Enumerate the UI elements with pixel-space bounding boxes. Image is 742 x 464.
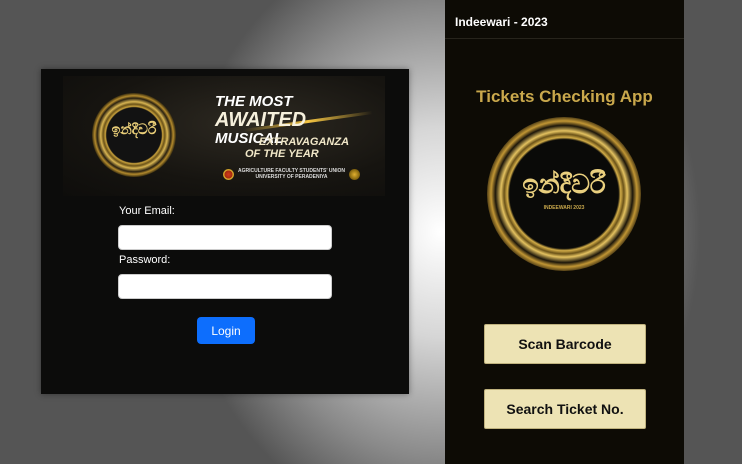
- banner-line-2: AWAITED: [215, 109, 307, 131]
- password-field[interactable]: [118, 274, 332, 299]
- app-logo-text: ඉන්දීවරී: [522, 170, 606, 200]
- app-header-title: Indeewari - 2023: [455, 15, 548, 29]
- scan-barcode-button[interactable]: Scan Barcode: [484, 324, 646, 364]
- login-panel: ඉන්දීවරී THE MOST AWAITED MUSICAL EXTRAV…: [41, 69, 409, 394]
- app-logo-sub: INDEEWARI 2023: [543, 205, 585, 211]
- uni-seal-icon: [349, 168, 361, 180]
- agri-seal-icon: [223, 168, 234, 180]
- email-label: Your Email:: [119, 205, 175, 217]
- app-title: Tickets Checking App: [476, 87, 653, 106]
- banner-line-3b: EXTRAVAGANZA OF THE YEAR: [245, 136, 350, 160]
- ticket-app-screen: Indeewari - 2023 Tickets Checking App ඉන…: [445, 0, 684, 464]
- banner-logo-text: ඉන්දීවරී: [111, 122, 157, 138]
- email-field[interactable]: [118, 225, 332, 250]
- app-header: Indeewari - 2023: [445, 0, 684, 39]
- search-ticket-button[interactable]: Search Ticket No.: [484, 389, 646, 429]
- password-label: Password:: [119, 254, 171, 266]
- event-banner: ඉන්දීවරී THE MOST AWAITED MUSICAL EXTRAV…: [63, 76, 385, 196]
- union-line-2: UNIVERSITY OF PERADENIYA: [255, 174, 328, 180]
- banner-line-1: THE MOST: [215, 93, 293, 110]
- login-button[interactable]: Login: [197, 317, 255, 344]
- union-badge: AGRICULTURE FACULTY STUDENTS' UNION UNIV…: [223, 168, 361, 180]
